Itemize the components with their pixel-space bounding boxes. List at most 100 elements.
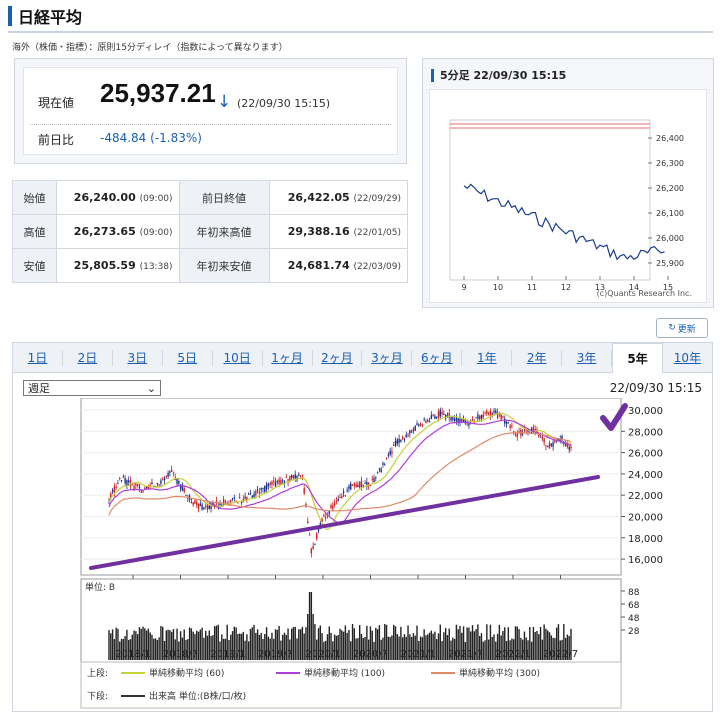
candle-body (197, 504, 200, 509)
volume-bar (299, 629, 302, 660)
candle-body (138, 486, 141, 489)
candle-body (568, 446, 570, 450)
stat-label: 安値 (12, 248, 57, 283)
x-tick-label: 2018/1 (115, 649, 150, 660)
tab-6[interactable]: 2ヶ月 (313, 349, 363, 366)
candle-body (278, 479, 280, 484)
tab-7[interactable]: 3ヶ月 (362, 349, 413, 366)
candle-body (307, 521, 309, 524)
candle-body (387, 454, 390, 456)
candle-body (204, 505, 207, 507)
candle-body (461, 419, 463, 422)
stat-value: 25,805.59 (13:38) (56, 248, 180, 283)
legend-item: 単純移動平均 (300) (459, 667, 540, 679)
candle-body (196, 502, 198, 506)
volume-bar (246, 634, 248, 660)
candle-body (312, 546, 314, 549)
tab-10[interactable]: 2年 (512, 349, 563, 366)
stat-label: 年初来高値 (178, 214, 270, 249)
candle-body (120, 479, 123, 481)
candle-body (194, 499, 196, 504)
interval-select-value: 週足 (28, 382, 50, 395)
candle-body (353, 483, 356, 486)
volume-bar (153, 638, 155, 660)
interval-select[interactable]: 週足 ⌄ (23, 380, 161, 396)
volume-bar (341, 630, 343, 660)
candle-body (113, 486, 116, 493)
candle-body (167, 472, 169, 477)
candle-body (260, 487, 262, 490)
candle-body (276, 480, 279, 482)
tab-11[interactable]: 3年 (562, 349, 613, 366)
candle-body (400, 439, 402, 442)
volume-bar (203, 637, 205, 660)
candle-body (285, 477, 287, 479)
candle-body (316, 533, 318, 539)
candle-body (396, 439, 399, 444)
tab-1[interactable]: 2日 (63, 349, 113, 366)
candle-body (394, 440, 397, 446)
volume-bar (391, 635, 393, 660)
stat-label: 前日終値 (178, 180, 270, 215)
volume-bar (484, 640, 486, 660)
stat-label: 始値 (12, 180, 57, 215)
refresh-label: 更新 (677, 324, 696, 335)
candle-body (324, 517, 327, 519)
down-arrow-icon: ↓ (217, 92, 232, 112)
refresh-button[interactable]: ↻ 更新 (656, 318, 708, 338)
candle-body (298, 474, 300, 476)
tab-9[interactable]: 1年 (462, 349, 513, 366)
candle-body (532, 426, 535, 431)
candle-body (434, 415, 436, 419)
stat-value: 29,388.16 (22/01/05) (268, 214, 409, 249)
candle-body (244, 496, 246, 499)
price-tick-label: 30,000 (628, 406, 663, 417)
volume-bar (489, 624, 492, 660)
stat-value: 24,681.74 (22/03/09) (268, 248, 409, 283)
candle-body (199, 503, 202, 506)
candle-body (323, 515, 325, 517)
price-panel: 現在値 25,937.21 ↓ (22/09/30 15:15) 前日比 -48… (14, 58, 407, 164)
tab-2[interactable]: 3日 (113, 349, 163, 366)
candle-body (111, 489, 114, 492)
candle-body (176, 478, 178, 484)
candle-body (172, 472, 175, 474)
candle-body (339, 497, 341, 499)
candle-body (380, 468, 382, 473)
candle-body (346, 490, 348, 492)
tab-3[interactable]: 5日 (163, 349, 213, 366)
tab-12[interactable]: 5年 (612, 342, 663, 373)
tab-5[interactable]: 1ヶ月 (263, 349, 313, 366)
stat-value: 26,240.00 (09:00) (56, 180, 180, 215)
candle-body (335, 500, 338, 502)
candle-body (521, 433, 524, 435)
candle-body (274, 481, 277, 487)
tab-8[interactable]: 6ヶ月 (412, 349, 463, 366)
candle-body (328, 510, 330, 514)
candle-body (570, 446, 572, 449)
current-value-label: 現在値 (38, 96, 75, 110)
candle-body (407, 434, 409, 436)
volume-bar (247, 641, 250, 660)
y-tick-label: 26,300 (656, 159, 684, 168)
candle-body (256, 489, 259, 491)
candle-body (441, 412, 443, 415)
x-tick-label: 2022/1 (495, 649, 530, 660)
candle-body (477, 414, 479, 419)
volume-unit-label: 単位: B (85, 581, 115, 593)
volume-tick-label: 68 (628, 601, 640, 611)
volume-bar (156, 640, 159, 660)
tab-4[interactable]: 10日 (213, 349, 263, 366)
period-tabs: 1日 2日 3日 5日 10日 1ヶ月 2ヶ月 3ヶ月 6ヶ月 1年 2年 3年 5年 10年 (13, 342, 712, 373)
volume-bar (530, 641, 533, 660)
volume-bar (536, 630, 538, 660)
price-tick-label: 16,000 (628, 555, 663, 566)
candlestick-chart: 30,000 28,000 26,000 24,000 22,000 20,000 18,0… (80, 398, 663, 709)
chart-credit: (c)Quants Research Inc. (597, 289, 692, 298)
tab-13[interactable]: 10年 (663, 350, 712, 366)
tab-0[interactable]: 1日 (13, 349, 63, 366)
candle-body (239, 497, 241, 499)
candle-body (504, 418, 506, 424)
price-tick-label: 18,000 (628, 534, 663, 545)
candle-body (516, 433, 518, 437)
